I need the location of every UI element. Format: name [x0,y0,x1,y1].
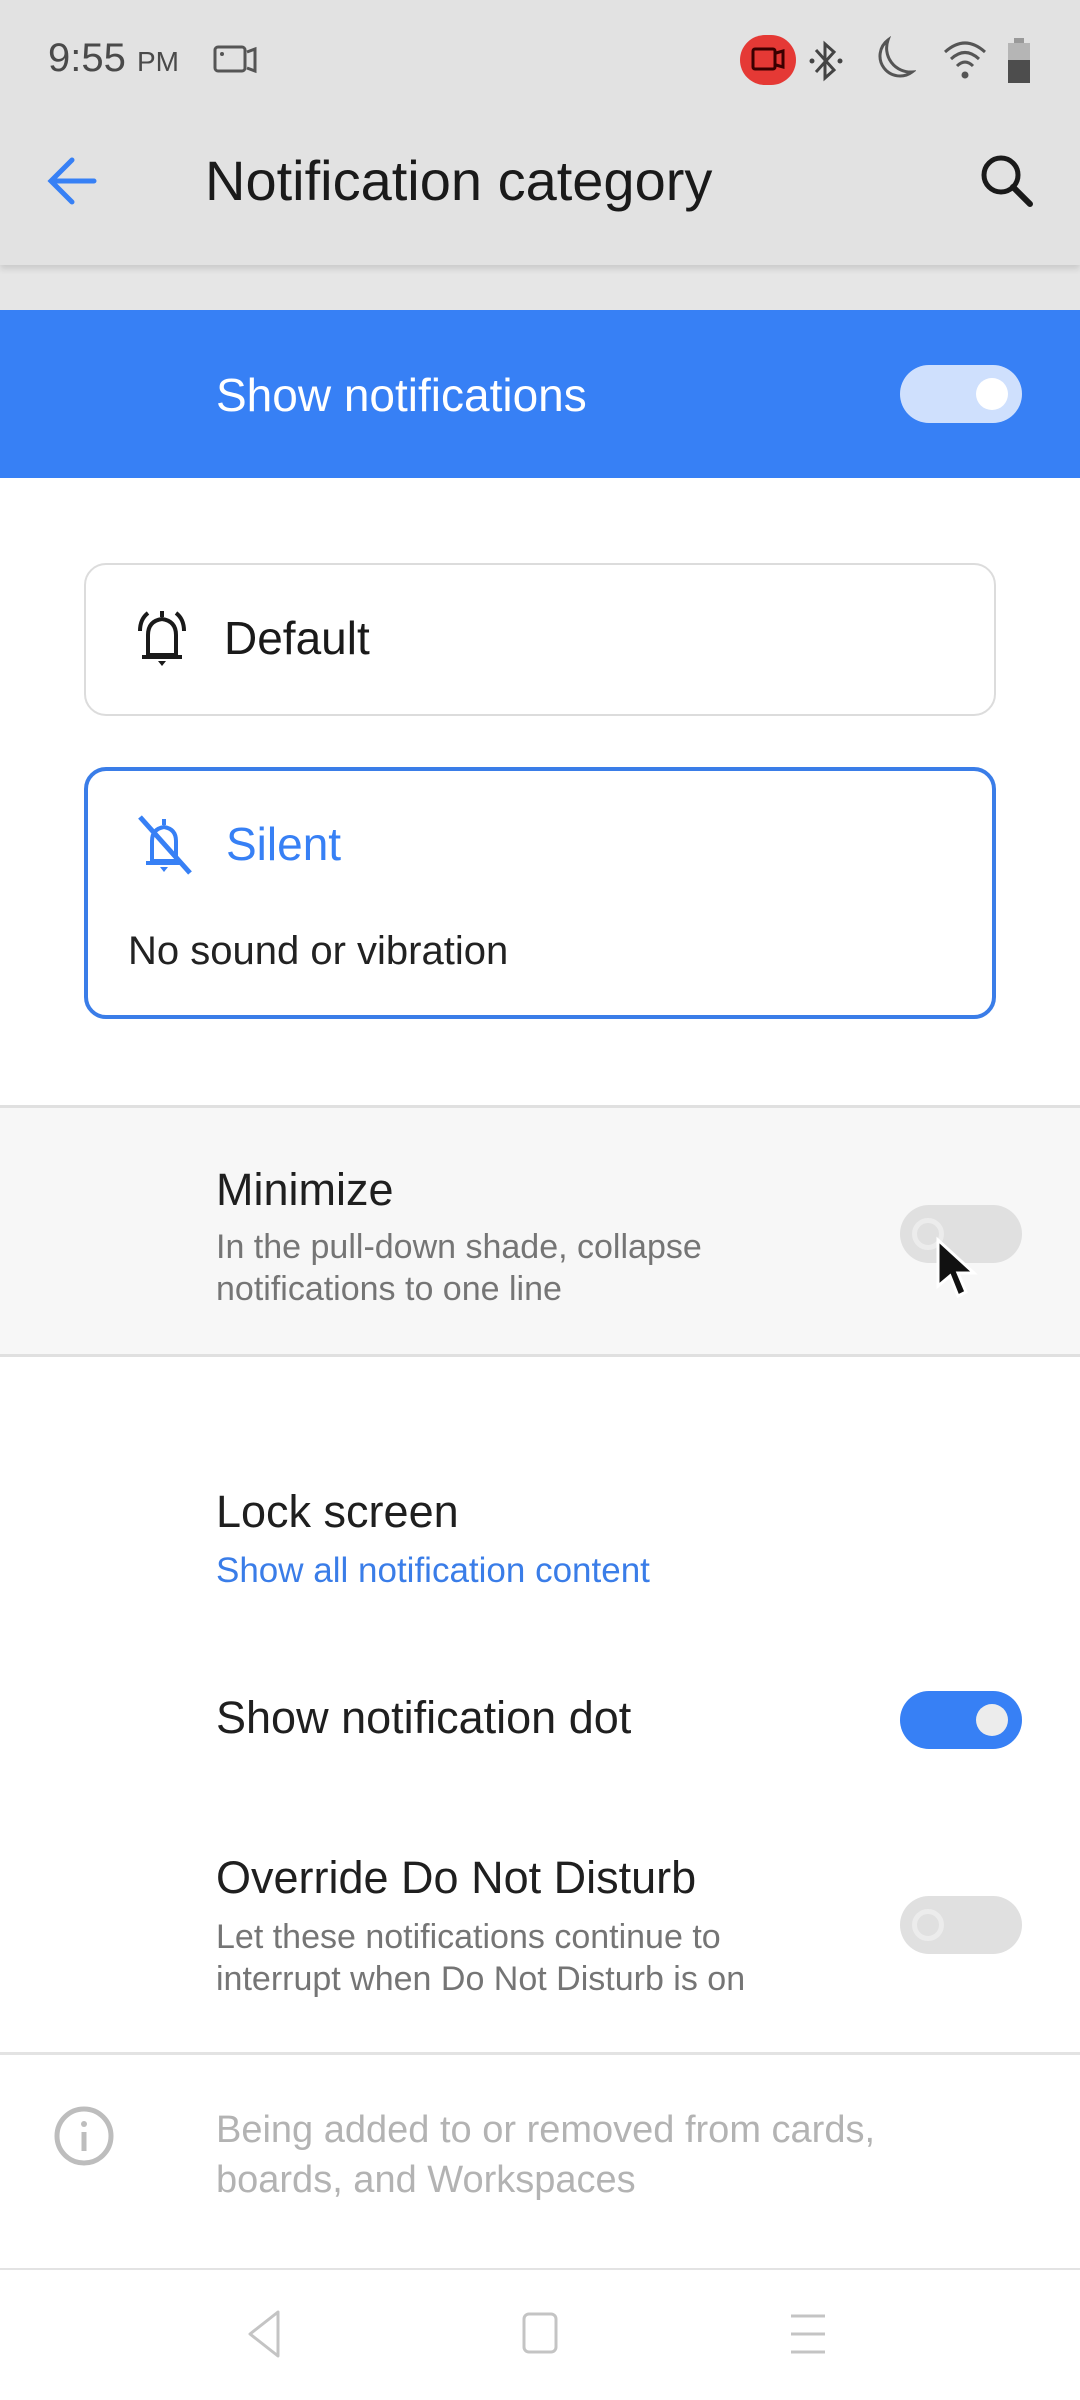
override-dnd-toggle[interactable] [900,1896,1022,1954]
minimize-subtitle-line1: In the pull-down shade, collapse [216,1228,702,1266]
home-square-icon[interactable] [520,2310,560,2358]
search-icon[interactable] [978,152,1036,210]
info-line1: Being added to or removed from cards, [216,2109,876,2151]
time-text: 9:55 [48,36,126,80]
app-header: 9:55 PM Notification category [0,0,1080,265]
divider [0,2052,1080,2055]
wifi-icon [943,41,987,79]
minimize-subtitle: In the pull-down shade, collapse notific… [216,1226,816,1310]
ampm-text: PM [136,46,179,77]
minimize-title: Minimize [216,1164,394,1215]
override-dnd-row[interactable]: Override Do Not Disturb Let these notifi… [0,1830,1080,2030]
battery-icon [1008,38,1030,83]
back-arrow-icon[interactable] [44,152,102,210]
lock-screen-value: Show all notification content [216,1551,650,1590]
mouse-cursor-icon [936,1236,978,1299]
notification-dot-toggle[interactable] [900,1691,1022,1749]
info-text: Being added to or removed from cards, bo… [216,2105,996,2205]
show-notifications-row[interactable]: Show notifications [0,310,1080,478]
notification-dot-row[interactable]: Show notification dot [0,1660,1080,1780]
lock-screen-title: Lock screen [216,1486,459,1537]
back-triangle-icon[interactable] [244,2308,284,2360]
notification-dot-title: Show notification dot [216,1692,632,1743]
screen-record-active-icon [740,35,796,85]
behavior-option-silent[interactable]: Silent No sound or vibration [84,767,996,1019]
silent-description: No sound or vibration [128,929,509,973]
silent-label: Silent [226,818,342,870]
header-divider-strip [0,265,1080,310]
page-title: Notification category [205,149,713,212]
override-dnd-subtitle-line2: interrupt when Do Not Disturb is on [216,1960,746,1998]
status-time: 9:55 PM [48,36,179,81]
show-notifications-toggle[interactable] [900,365,1022,423]
minimize-row[interactable]: Minimize In the pull-down shade, collaps… [0,1105,1080,1357]
behavior-option-default[interactable]: Default [84,563,996,716]
do-not-disturb-moon-icon [878,36,916,78]
menu-lines-icon[interactable] [788,2312,828,2356]
bluetooth-icon [809,40,843,82]
override-dnd-title: Override Do Not Disturb [216,1852,697,1903]
bell-ringing-icon [138,611,186,666]
info-line2: boards, and Workspaces [216,2159,636,2201]
override-dnd-subtitle-line1: Let these notifications continue to [216,1918,721,1956]
lock-screen-row[interactable]: Lock screen Show all notification conten… [0,1470,1080,1610]
show-notifications-label: Show notifications [216,369,587,421]
screen-record-icon [213,45,257,74]
override-dnd-subtitle: Let these notifications continue to inte… [216,1916,816,2000]
minimize-subtitle-line2: notifications to one line [216,1270,562,1308]
bell-off-icon [138,815,192,875]
default-label: Default [224,612,370,664]
system-nav-bar [0,2270,1080,2400]
info-icon [54,2106,114,2166]
